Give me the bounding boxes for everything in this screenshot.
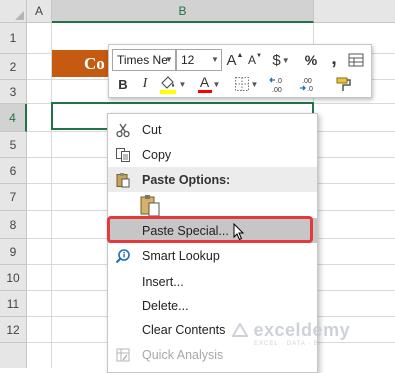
row-header-12[interactable]: 12	[0, 317, 27, 343]
comma-icon: ‚	[331, 46, 337, 69]
font-name-box[interactable]: Times Ne ▼	[112, 49, 176, 71]
table-format-icon	[348, 53, 364, 67]
format-painter-button[interactable]	[333, 73, 355, 95]
borders-icon	[234, 77, 249, 91]
row-header-7[interactable]: 7	[0, 184, 27, 211]
increase-decimal-icon: .0 .00	[269, 77, 282, 94]
bold-button[interactable]: B	[114, 74, 132, 94]
clipboard-paste-icon	[140, 195, 160, 217]
format-cells-button[interactable]	[347, 51, 365, 69]
menu-item-label: Clear Contents	[142, 322, 226, 337]
font-size-box[interactable]: 12 ▼	[176, 49, 222, 71]
menu-item-label: Delete...	[142, 298, 189, 313]
italic-button[interactable]: I	[136, 74, 154, 94]
bold-icon: B	[118, 76, 128, 92]
svg-text:.0: .0	[307, 86, 313, 93]
fill-color-button[interactable]: ▼	[157, 73, 187, 95]
menu-item-cut[interactable]: Cut	[108, 117, 317, 142]
format-painter-icon	[336, 77, 351, 91]
comma-style-button[interactable]: ‚	[327, 47, 341, 69]
menu-item-label: Smart Lookup	[142, 248, 220, 263]
percent-icon: %	[304, 52, 318, 68]
paste-icon	[114, 171, 132, 189]
decrease-font-size-button[interactable]: A ▼	[246, 49, 264, 71]
title-cell-text: Co	[84, 54, 105, 73]
column-header-c[interactable]	[314, 0, 395, 23]
menu-item-label: Quick Analysis	[142, 347, 224, 362]
select-all-corner[interactable]	[0, 0, 27, 23]
smart-lookup-icon	[114, 247, 132, 265]
borders-button[interactable]: ▼	[231, 73, 261, 95]
italic-icon: I	[142, 76, 148, 91]
menu-item-copy[interactable]: Copy	[108, 142, 317, 167]
row-header-6[interactable]: 6	[0, 158, 27, 184]
decrease-decimal-button[interactable]: .00 .0	[298, 73, 322, 95]
row-header-10[interactable]: 10	[0, 265, 27, 291]
column-header-b[interactable]: B	[52, 0, 314, 23]
watermark-name: exceldemy	[253, 320, 351, 340]
scissors-icon	[114, 121, 132, 139]
paint-bucket-icon	[159, 76, 176, 94]
menu-item-insert[interactable]: Insert...	[108, 269, 317, 294]
font-name-value: Times Ne	[117, 53, 168, 67]
mini-toolbar: Times Ne ▼ 12 ▼ A ▲ A ▼ $ ▼ % ‚ B I ▼ A …	[108, 44, 372, 98]
watermark-logo: exceldemy	[231, 320, 351, 341]
increase-font-icon: A	[226, 51, 237, 69]
font-color-icon: A	[199, 74, 210, 90]
watermark-tagline: EXCEL · DATA · BI	[254, 341, 322, 347]
svg-text:.00: .00	[272, 87, 282, 94]
menu-item-label: Copy	[142, 147, 172, 162]
menu-item-delete[interactable]: Delete...	[108, 293, 317, 318]
decrease-decimal-icon: .00 .0	[300, 78, 313, 93]
row-header-5[interactable]: 5	[0, 132, 27, 158]
watermark-logo-icon	[231, 322, 249, 337]
row-header-13[interactable]	[0, 343, 27, 368]
chevron-down-icon[interactable]: ▼	[209, 50, 221, 70]
row-header-4[interactable]: 4	[0, 104, 27, 132]
chevron-down-icon[interactable]: ▼	[163, 50, 175, 70]
row-header-3[interactable]: 3	[0, 80, 27, 104]
column-header-a[interactable]: A	[27, 0, 52, 23]
quick-analysis-icon	[114, 346, 132, 364]
menu-item-label: Insert...	[142, 274, 184, 289]
paste-option-row	[108, 191, 317, 218]
menu-item-label: Paste Options:	[142, 172, 231, 187]
highlight-outline	[107, 216, 313, 243]
svg-text:.00: .00	[302, 78, 312, 85]
decrease-font-icon: A	[248, 53, 257, 67]
row-header-2[interactable]: 2	[0, 54, 27, 80]
watermark: exceldemy EXCEL · DATA · BI	[231, 320, 351, 347]
increase-font-size-button[interactable]: A ▲	[226, 49, 244, 71]
row-header-8[interactable]: 8	[0, 211, 27, 239]
menu-item-smart-lookup[interactable]: Smart Lookup	[108, 243, 317, 268]
row-header-11[interactable]: 11	[0, 291, 27, 317]
copy-icon	[114, 146, 132, 164]
font-color-button[interactable]: A ▼	[194, 73, 224, 95]
menu-item-label: Cut	[142, 122, 162, 137]
menu-section-paste-options: Paste Options:	[108, 167, 317, 192]
percent-style-button[interactable]: %	[302, 49, 320, 71]
currency-icon: $	[272, 51, 281, 69]
row-header-9[interactable]: 9	[0, 239, 27, 265]
increase-decimal-button[interactable]: .0 .00	[268, 73, 292, 95]
accounting-format-button[interactable]: $ ▼	[269, 49, 293, 71]
svg-text:.0: .0	[276, 78, 282, 85]
row-header-1[interactable]: 1	[0, 23, 27, 54]
font-size-value: 12	[181, 53, 195, 67]
